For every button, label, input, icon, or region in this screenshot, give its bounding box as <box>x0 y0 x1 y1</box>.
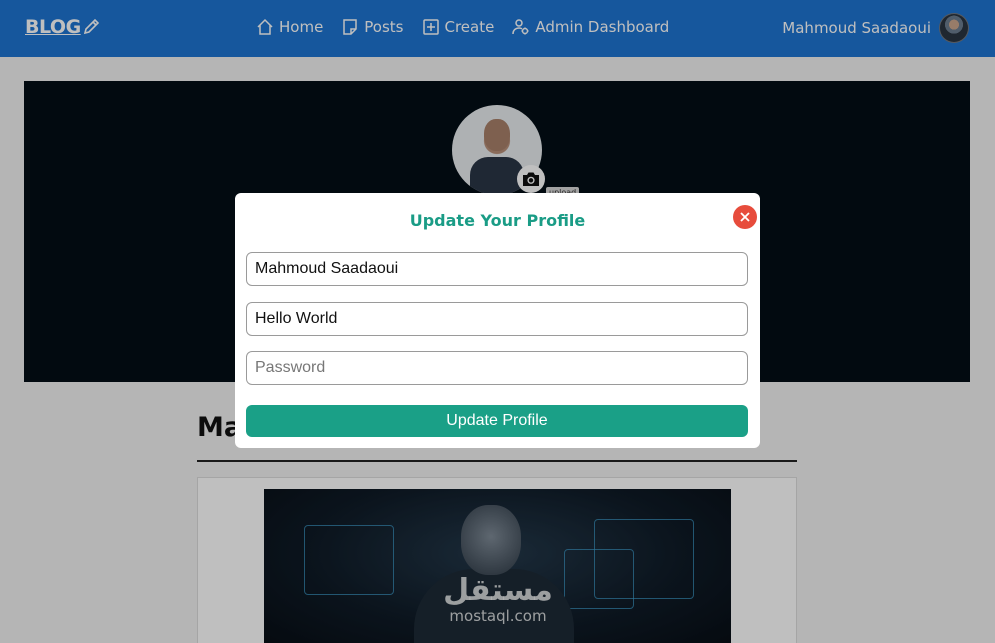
update-profile-button[interactable]: Update Profile <box>246 405 748 437</box>
username-input[interactable] <box>246 252 748 286</box>
update-profile-modal: Update Your Profile Update Profile <box>235 193 760 448</box>
modal-title: Update Your Profile <box>409 211 586 230</box>
bio-input[interactable] <box>246 302 748 336</box>
password-input[interactable] <box>246 351 748 385</box>
close-icon <box>740 212 750 222</box>
close-button[interactable] <box>733 205 757 229</box>
